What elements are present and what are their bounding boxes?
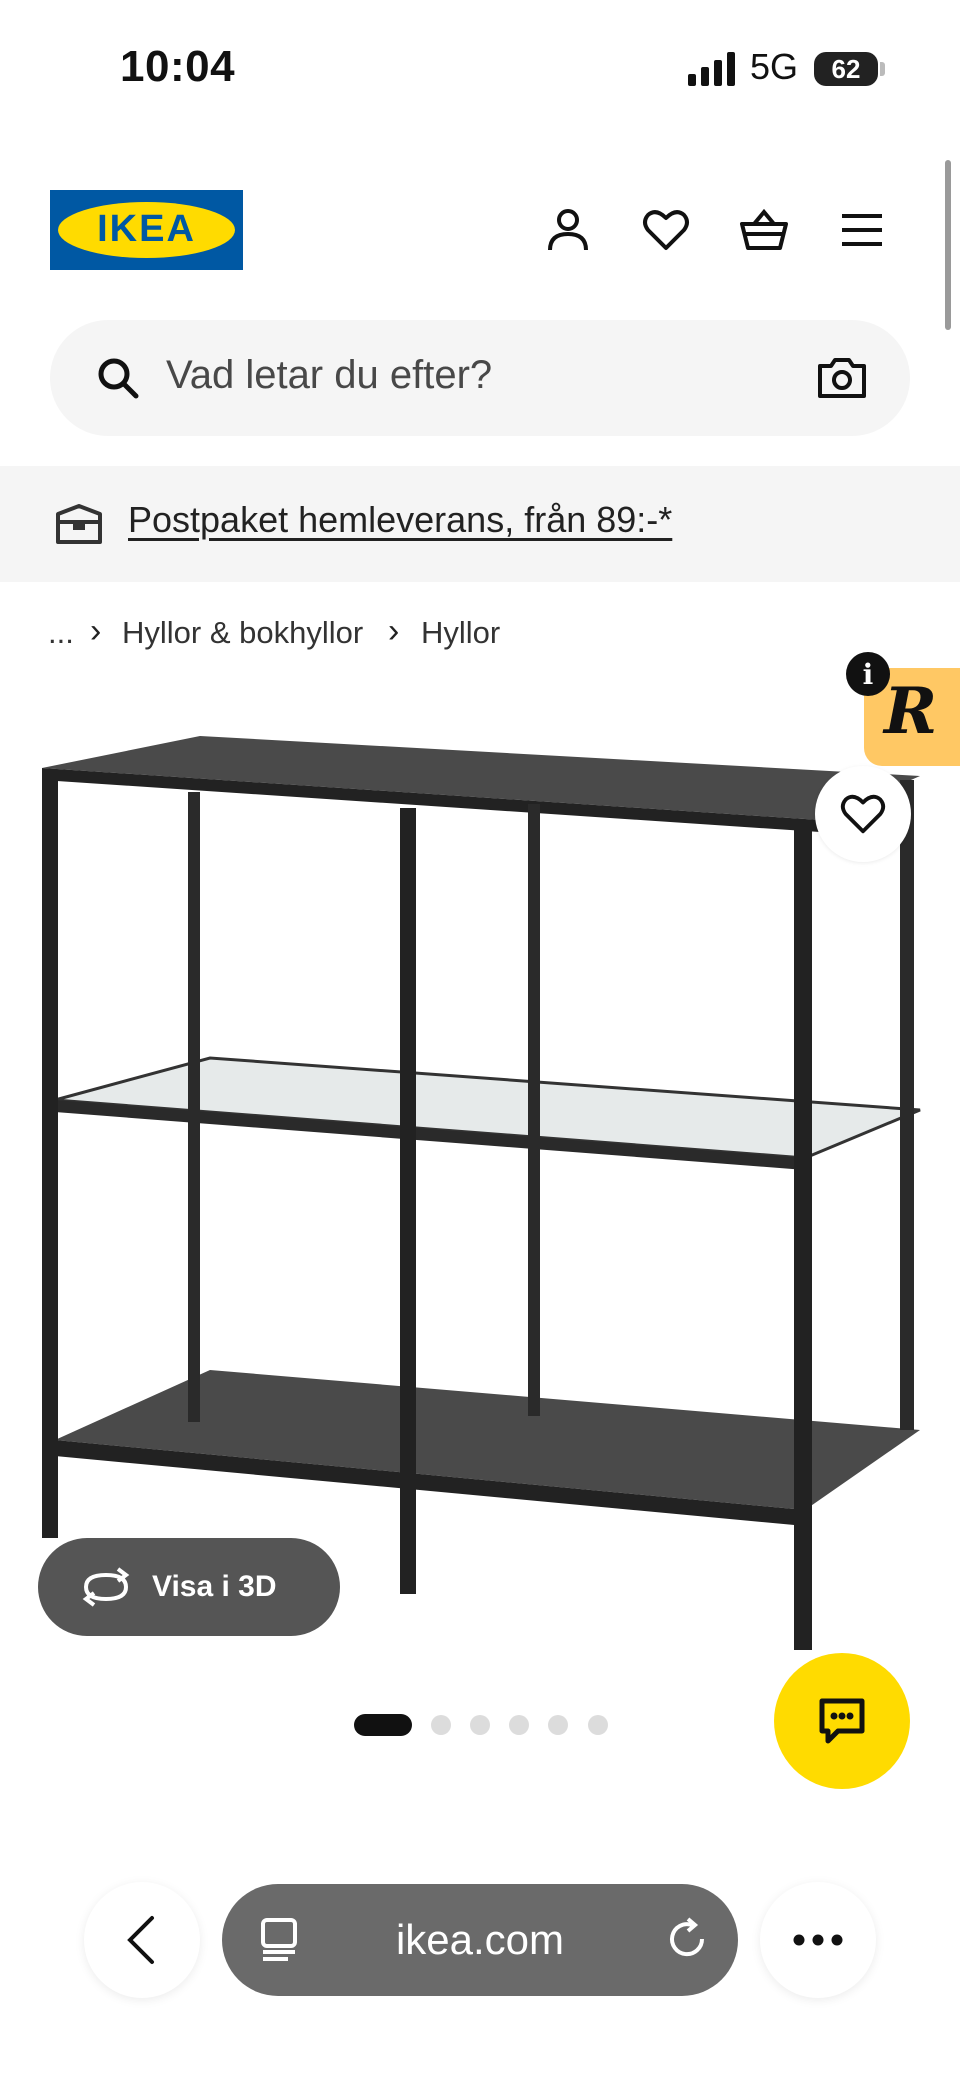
back-icon xyxy=(127,1916,154,1964)
info-icon[interactable]: i xyxy=(846,652,890,696)
view-3d-label: Visa i 3D xyxy=(152,1570,277,1603)
breadcrumb-item-shelves-bookcases[interactable]: Hyllor & bokhyllor xyxy=(122,615,363,651)
carousel-dot-active[interactable] xyxy=(354,1714,412,1736)
camera-icon[interactable] xyxy=(816,352,868,404)
browser-more-button[interactable] xyxy=(760,1882,876,1998)
delivery-link[interactable]: Postpaket hemleverans, från 89:-* xyxy=(128,499,672,541)
view-3d-button[interactable]: Visa i 3D xyxy=(38,1538,340,1636)
breadcrumb-item-shelves[interactable]: Hyllor xyxy=(421,615,500,651)
signal-icon xyxy=(688,52,735,86)
chat-icon xyxy=(819,1698,865,1744)
account-icon[interactable] xyxy=(542,204,594,256)
battery-tip xyxy=(880,62,885,76)
heart-icon xyxy=(840,794,886,834)
search-icon xyxy=(98,358,139,399)
reload-icon[interactable] xyxy=(664,1916,710,1962)
url-text: ikea.com xyxy=(395,1916,565,1963)
battery-indicator: 62 xyxy=(814,52,878,86)
carousel-dot[interactable] xyxy=(470,1715,490,1735)
carousel-dot[interactable] xyxy=(431,1715,451,1735)
carousel-dot[interactable] xyxy=(509,1715,529,1735)
chevron-right-icon: › xyxy=(388,612,400,650)
rotate-3d-icon xyxy=(82,1567,130,1607)
basket-icon[interactable] xyxy=(738,204,790,256)
more-icon xyxy=(793,1934,843,1946)
breadcrumb-ellipsis[interactable]: ... xyxy=(48,615,74,651)
browser-address-bar[interactable]: ikea.com xyxy=(222,1884,738,1996)
search-input[interactable]: Vad letar du efter? xyxy=(166,353,492,398)
chat-button[interactable] xyxy=(774,1653,910,1789)
chevron-right-icon: › xyxy=(90,612,102,650)
r-logo: R xyxy=(884,674,938,749)
status-time: 10:04 xyxy=(120,42,236,91)
ikea-logo[interactable]: IKEA xyxy=(50,190,243,270)
network-label: 5G xyxy=(750,46,799,87)
menu-icon[interactable] xyxy=(836,204,888,256)
page-scrollbar[interactable] xyxy=(945,160,951,330)
product-image[interactable] xyxy=(30,720,930,1680)
carousel-dot[interactable] xyxy=(548,1715,568,1735)
truck-icon xyxy=(56,504,102,544)
logo-text: IKEA xyxy=(97,208,196,250)
save-favorite-button[interactable] xyxy=(815,766,911,862)
carousel-dot[interactable] xyxy=(588,1715,608,1735)
browser-back-button[interactable] xyxy=(84,1882,200,1998)
heart-icon[interactable] xyxy=(640,204,692,256)
